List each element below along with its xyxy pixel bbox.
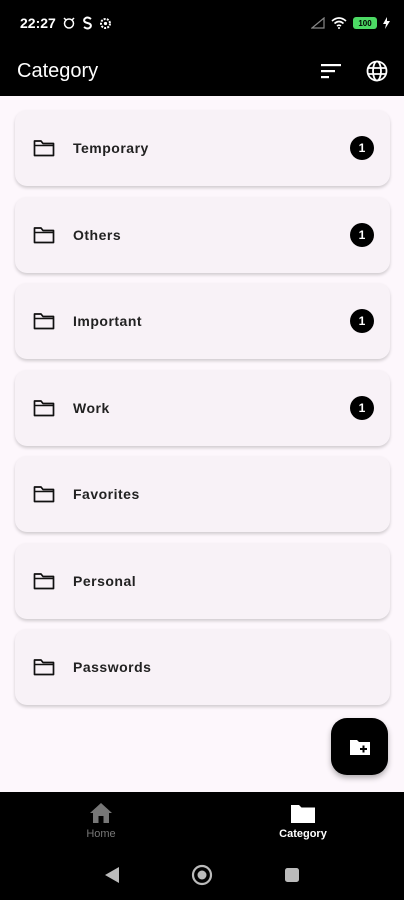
folder-icon xyxy=(33,224,55,246)
category-label: Work xyxy=(73,399,110,416)
folder-icon xyxy=(33,310,55,332)
home-icon xyxy=(90,803,112,823)
app-bar: Category xyxy=(0,46,404,96)
globe-icon xyxy=(366,60,388,82)
recents-square-icon xyxy=(285,868,299,882)
category-label: Others xyxy=(73,226,122,243)
category-item-favorites[interactable]: Favorites xyxy=(15,456,390,532)
back-triangle-icon xyxy=(105,867,119,883)
signal-icon xyxy=(311,17,325,29)
category-item-temporary[interactable]: Temporary 1 xyxy=(15,110,390,186)
category-item-work[interactable]: Work 1 xyxy=(15,369,390,446)
sort-icon xyxy=(321,64,341,79)
nav-label-category: Category xyxy=(279,827,327,840)
s-app-icon xyxy=(82,16,92,30)
folder-icon xyxy=(33,397,55,419)
category-item-personal[interactable]: Personal xyxy=(15,542,390,619)
folder-icon xyxy=(33,137,55,159)
folder-icon xyxy=(33,570,55,592)
add-category-button[interactable] xyxy=(331,718,388,775)
status-bar: 22:27 100 xyxy=(0,0,404,46)
category-label: Favorites xyxy=(73,486,140,502)
category-item-passwords[interactable]: Passwords xyxy=(15,629,390,705)
settings-gear-icon xyxy=(99,17,111,29)
app-bar-actions xyxy=(316,56,392,86)
folder-icon xyxy=(33,656,55,678)
system-navigation-bar xyxy=(0,850,404,900)
home-circle-icon xyxy=(191,864,213,886)
count-badge: 1 xyxy=(350,222,374,247)
folder-add-icon xyxy=(349,739,370,755)
sort-button[interactable] xyxy=(316,56,346,86)
alarm-icon xyxy=(63,17,75,29)
category-label: Important xyxy=(73,313,143,329)
count-badge: 1 xyxy=(350,309,374,333)
category-item-important[interactable]: Important 1 xyxy=(15,283,390,359)
bottom-navigation: Home Category xyxy=(0,792,404,850)
status-time: 22:27 xyxy=(20,15,56,31)
folder-icon xyxy=(291,804,315,823)
category-item-others[interactable]: Others 1 xyxy=(15,196,390,273)
category-list: Temporary 1 Others 1 Important 1 Work 1 … xyxy=(15,110,390,716)
category-label: Passwords xyxy=(73,659,152,675)
page-title: Category xyxy=(17,59,99,82)
wifi-icon xyxy=(331,17,347,29)
nav-item-category[interactable]: Category xyxy=(202,792,404,850)
battery-icon: 100 xyxy=(353,17,377,29)
category-label: Temporary xyxy=(73,140,149,156)
back-button[interactable] xyxy=(100,863,124,887)
category-label: Personal xyxy=(73,572,137,589)
status-system-icons: 100 xyxy=(311,17,390,29)
nav-label-home: Home xyxy=(86,828,116,840)
home-system-button[interactable] xyxy=(190,863,214,887)
count-badge: 1 xyxy=(350,395,374,420)
folder-icon xyxy=(33,483,55,505)
status-notification-icons xyxy=(62,16,112,30)
nav-item-home[interactable]: Home xyxy=(0,792,202,850)
count-badge: 1 xyxy=(350,136,374,160)
charging-icon xyxy=(383,17,390,29)
recents-button[interactable] xyxy=(280,863,304,887)
language-button[interactable] xyxy=(362,56,392,86)
